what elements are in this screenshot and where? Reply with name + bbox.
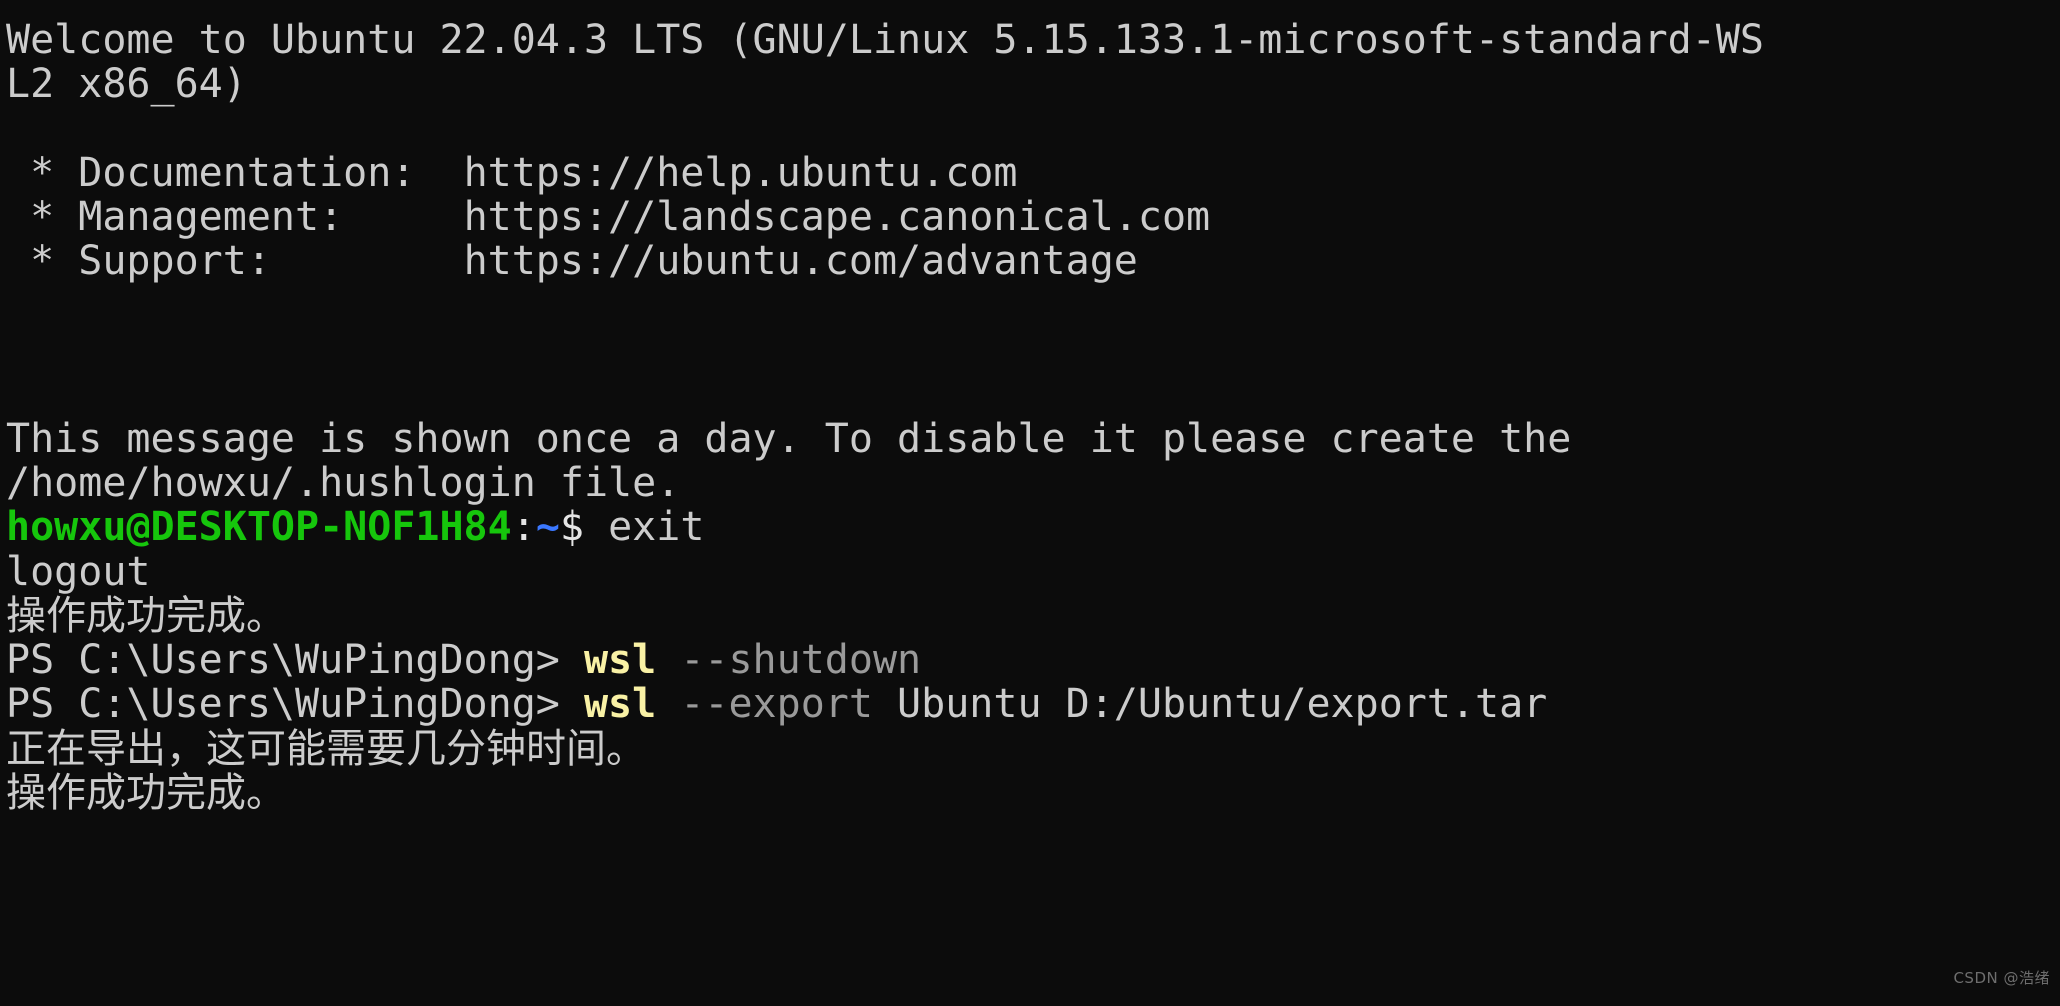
notice-text-part-2: /home/howxu/.hushlogin file. <box>6 459 681 506</box>
terminal-line-management: * Management: https://landscape.canonica… <box>6 195 2060 239</box>
terminal-line-welcome-1: Welcome to Ubuntu 22.04.3 LTS (GNU/Linux… <box>6 18 2060 62</box>
terminal-line-support: * Support: https://ubuntu.com/advantage <box>6 239 2060 283</box>
notice-text-part-1: This message is shown once a day. To dis… <box>6 415 1572 462</box>
terminal-line-documentation: * Documentation: https://help.ubuntu.com <box>6 151 2060 195</box>
terminal-line-powershell-1: PS C:\Users\WuPingDong> wsl --shutdown <box>6 638 2060 682</box>
welcome-text-part-1: Welcome to Ubuntu 22.04.3 LTS (GNU/Linux… <box>6 17 1764 63</box>
operation-success-message-2: 操作成功完成。 <box>6 770 286 817</box>
powershell-command-wsl-1[interactable]: wsl <box>584 637 656 683</box>
terminal-line-welcome-2: L2 x86_64) <box>6 62 2060 106</box>
documentation-url[interactable]: https://help.ubuntu.com <box>464 150 1018 196</box>
powershell-flag-export[interactable]: --export <box>680 681 873 727</box>
operation-success-message-1: 操作成功完成。 <box>6 592 286 639</box>
terminal-line-success-1: 操作成功完成。 <box>6 594 2060 638</box>
powershell-export-arguments[interactable]: Ubuntu D:/Ubuntu/export.tar <box>873 681 1547 727</box>
management-url[interactable]: https://landscape.canonical.com <box>464 194 1211 240</box>
powershell-space-2 <box>656 681 680 727</box>
terminal-window[interactable]: Welcome to Ubuntu 22.04.3 LTS (GNU/Linux… <box>0 0 2060 1006</box>
exporting-progress-message: 正在导出，这可能需要几分钟时间。 <box>6 725 646 772</box>
bash-prompt-sigil: $ <box>559 504 609 551</box>
welcome-text-part-2: L2 x86_64) <box>6 61 247 108</box>
management-label: * Management: <box>6 194 464 241</box>
documentation-label: * Documentation: <box>6 149 464 196</box>
bash-command-exit[interactable]: exit <box>608 504 704 550</box>
support-label: * Support: <box>6 238 464 285</box>
powershell-space-1 <box>656 637 680 683</box>
powershell-prompt-2: PS C:\Users\WuPingDong> <box>6 681 584 728</box>
terminal-line-notice-1: This message is shown once a day. To dis… <box>6 417 2060 461</box>
terminal-line-exporting: 正在导出，这可能需要几分钟时间。 <box>6 727 2060 771</box>
csdn-watermark: CSDN @浩绪 <box>1953 968 2050 987</box>
terminal-line-blank-3 <box>6 328 2060 372</box>
bash-prompt-user-host: howxu@DESKTOP-NOF1H84 <box>6 504 512 551</box>
terminal-line-notice-2: /home/howxu/.hushlogin file. <box>6 461 2060 505</box>
powershell-prompt-1: PS C:\Users\WuPingDong> <box>6 637 584 684</box>
logout-output: logout <box>6 548 151 595</box>
powershell-flag-shutdown[interactable]: --shutdown <box>680 637 921 683</box>
terminal-line-blank-1 <box>6 107 2060 151</box>
terminal-line-blank-4 <box>6 372 2060 416</box>
terminal-line-blank-2 <box>6 284 2060 328</box>
bash-prompt-colon: : <box>511 504 536 551</box>
powershell-command-wsl-2[interactable]: wsl <box>584 681 656 727</box>
terminal-line-success-2: 操作成功完成。 <box>6 771 2060 815</box>
terminal-line-powershell-2: PS C:\Users\WuPingDong> wsl --export Ubu… <box>6 682 2060 726</box>
terminal-line-logout: logout <box>6 548 2060 595</box>
bash-prompt-path: ~ <box>535 504 560 551</box>
terminal-line-bash-prompt: howxu@DESKTOP-NOF1H84:~$ exit <box>6 505 2060 549</box>
support-url[interactable]: https://ubuntu.com/advantage <box>464 238 1138 284</box>
